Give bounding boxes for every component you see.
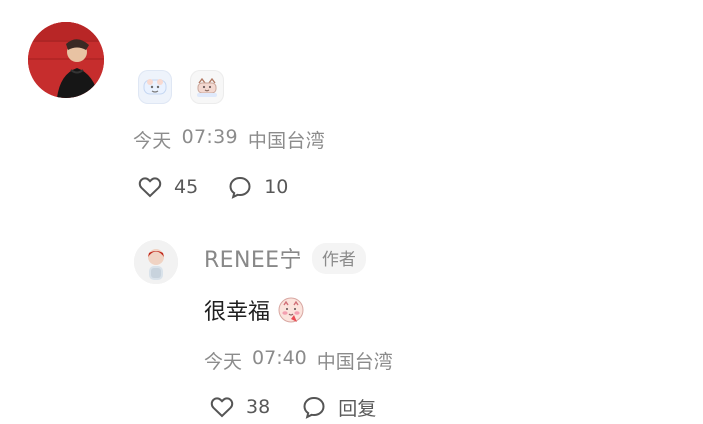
reply-item: RENEE宁 作者 很幸福 今天 07:40 中国台湾 38 回复 <box>132 236 692 424</box>
reply-avatar[interactable] <box>134 240 178 284</box>
comment-date: 今天 <box>133 130 172 152</box>
main-comment-actions: 45 10 <box>136 173 288 201</box>
comment-location: 中国台湾 <box>247 130 326 152</box>
reply-like-action[interactable]: 38 <box>208 393 270 421</box>
reply-content: 很幸福 <box>204 294 306 326</box>
like-action[interactable]: 45 <box>136 173 198 201</box>
comment-time: 07:39 <box>181 126 238 148</box>
blushing-face-icon <box>276 295 306 325</box>
sticker-group <box>138 70 224 104</box>
reply-time: 07:40 <box>252 347 307 369</box>
heart-icon <box>208 393 236 421</box>
avatar-image-icon <box>28 22 104 98</box>
reply-like-count: 38 <box>246 396 271 418</box>
comment-icon <box>300 393 328 421</box>
author-badge: 作者 <box>311 242 366 274</box>
like-count: 45 <box>174 176 199 198</box>
reply-text: 很幸福 <box>204 300 271 325</box>
reply-date: 今天 <box>204 351 243 373</box>
bear-sticker-icon <box>143 79 167 95</box>
reply-meta: 今天 07:40 中国台湾 <box>204 347 393 374</box>
reply-header: RENEE宁 作者 <box>204 242 366 274</box>
cat-sticker-icon <box>197 77 217 97</box>
main-comment-meta: 今天 07:39 中国台湾 <box>133 126 325 153</box>
comment-thread: 今天 07:39 中国台湾 45 10 RENEE宁 作者 很幸福 今天 07:… <box>0 0 703 424</box>
comment-icon <box>226 173 254 201</box>
comment-action[interactable]: 10 <box>226 173 288 201</box>
reply-button-label: 回复 <box>338 397 377 420</box>
bear-sticker[interactable] <box>138 70 172 104</box>
reply-author-name[interactable]: RENEE宁 <box>204 242 302 274</box>
avatar[interactable] <box>28 22 104 98</box>
reply-location: 中国台湾 <box>316 351 393 373</box>
reply-button[interactable]: 回复 <box>300 393 376 421</box>
reply-actions: 38 回复 <box>208 393 376 421</box>
cat-sticker[interactable] <box>190 70 224 104</box>
comment-count: 10 <box>264 176 289 198</box>
reply-avatar-image-icon <box>134 240 178 284</box>
heart-icon <box>136 173 164 201</box>
